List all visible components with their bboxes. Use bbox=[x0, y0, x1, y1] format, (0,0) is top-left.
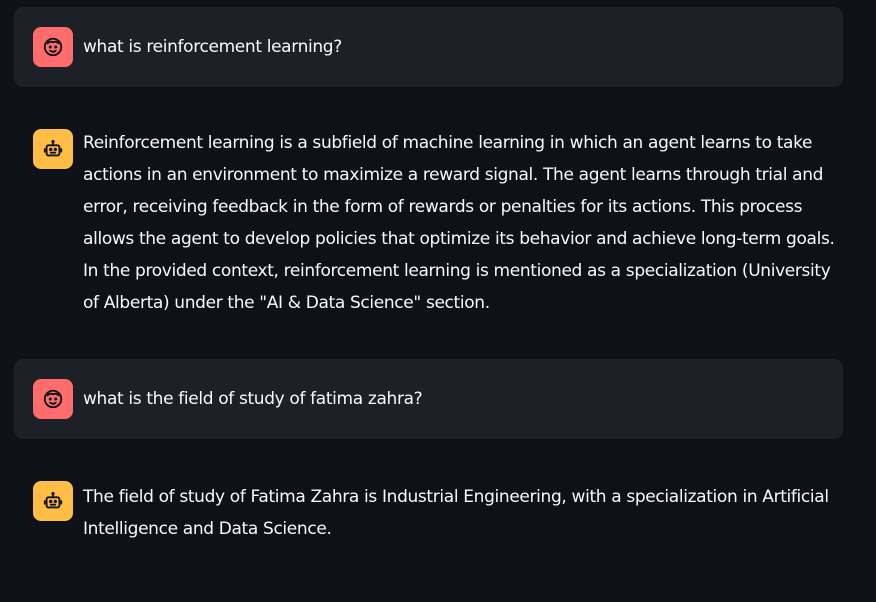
robot-icon bbox=[43, 492, 63, 509]
assistant-avatar bbox=[33, 481, 73, 521]
robot-icon bbox=[43, 140, 63, 157]
user-message: what is reinforcement learning? bbox=[14, 7, 843, 87]
user-face-icon bbox=[43, 37, 63, 57]
assistant-message: Reinforcement learning is a subfield of … bbox=[14, 121, 843, 331]
assistant-avatar bbox=[33, 129, 73, 169]
message-text: what is reinforcement learning? bbox=[83, 37, 342, 57]
message-text: what is the field of study of fatima zah… bbox=[83, 389, 423, 409]
message-text: The field of study of Fatima Zahra is In… bbox=[83, 487, 829, 539]
message-text: Reinforcement learning is a subfield of … bbox=[83, 133, 835, 313]
user-avatar bbox=[33, 379, 73, 419]
user-face-icon bbox=[43, 389, 63, 409]
assistant-message: The field of study of Fatima Zahra is In… bbox=[14, 473, 843, 553]
user-message: what is the field of study of fatima zah… bbox=[14, 359, 843, 439]
user-avatar bbox=[33, 27, 73, 67]
